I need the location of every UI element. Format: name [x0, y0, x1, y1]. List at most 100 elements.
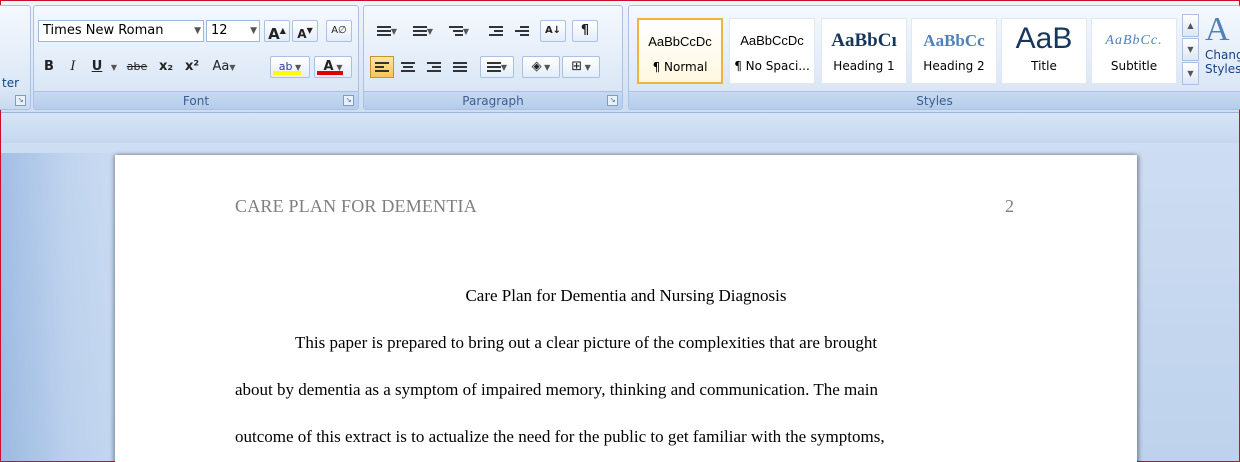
borders-icon: ⊞	[571, 59, 583, 74]
borders-button[interactable]: ⊞ ▼	[562, 56, 600, 78]
decrease-indent-button[interactable]	[484, 20, 508, 42]
numbering-button[interactable]: ▼	[406, 20, 440, 42]
document-page[interactable]: CARE PLAN FOR DEMENTIA 2 Care Plan for D…	[115, 155, 1137, 462]
grow-font-button[interactable]: A▲	[264, 20, 290, 43]
underline-dropdown[interactable]: ▼	[108, 56, 120, 78]
style-name: Heading 2	[923, 59, 985, 73]
italic-button[interactable]: I	[62, 56, 84, 78]
font-name-value: Times New Roman	[43, 23, 164, 38]
paint-bucket-icon: ◈	[531, 59, 542, 74]
paragraph-dialog-launcher-icon[interactable]: ↘	[607, 95, 618, 106]
align-left-button[interactable]	[370, 56, 394, 78]
change-styles-label-2: Styles	[1205, 62, 1240, 76]
body-line[interactable]: about by dementia as a symptom of impair…	[235, 380, 878, 400]
change-case-button[interactable]: Aa▼	[206, 56, 242, 78]
style-normal-tile[interactable]: AaBbCcDc ¶ Normal	[637, 18, 723, 84]
font-color-button[interactable]: A ▼	[314, 56, 352, 78]
style-heading-2-tile[interactable]: AaBbCc Heading 2	[911, 18, 997, 84]
increase-indent-icon	[515, 24, 529, 38]
style-name: ¶ No Spaci...	[734, 59, 810, 73]
font-group: Times New Roman ▼ 12 ▼ A▲ A▼ A∅ B I U ▼ …	[33, 5, 359, 110]
grow-font-icon: A	[268, 25, 280, 43]
gallery-more-icon[interactable]: ▼	[1182, 62, 1199, 85]
increase-indent-button[interactable]	[510, 20, 534, 42]
justify-icon	[453, 60, 467, 74]
style-sample: AaBbCcDc	[740, 33, 804, 48]
bold-button[interactable]: B	[38, 56, 60, 78]
shading-button[interactable]: ◈ ▼	[522, 56, 560, 78]
change-case-icon: Aa	[212, 59, 230, 74]
strikethrough-button[interactable]: abe	[122, 56, 152, 78]
bold-icon: B	[44, 59, 54, 74]
styles-group-label: Styles	[629, 91, 1240, 109]
paragraph-group-label: Paragraph	[364, 91, 622, 109]
body-line[interactable]: outcome of this extract is to actualize …	[235, 427, 885, 447]
strikethrough-icon: abe	[126, 60, 148, 73]
change-styles-label-1: Chang	[1205, 48, 1240, 62]
align-right-button[interactable]	[422, 56, 446, 78]
highlight-color-swatch	[273, 71, 301, 75]
document-area: CARE PLAN FOR DEMENTIA 2 Care Plan for D…	[1, 113, 1239, 462]
align-center-button[interactable]	[396, 56, 420, 78]
clipboard-dialog-launcher-icon[interactable]: ↘	[15, 95, 26, 106]
bullets-button[interactable]: ▼	[370, 20, 404, 42]
body-line[interactable]: This paper is prepared to bring out a cl…	[295, 333, 877, 353]
style-title-tile[interactable]: AaB Title	[1001, 18, 1087, 84]
chevron-down-icon: ▼	[110, 63, 118, 72]
style-subtitle-tile[interactable]: AaBbCc. Subtitle	[1091, 18, 1177, 84]
underline-button[interactable]: U	[86, 56, 108, 78]
change-styles-button[interactable]: A Chang Styles	[1201, 12, 1240, 77]
sort-button[interactable]: A↓	[540, 20, 566, 42]
format-painter-label[interactable]: ter	[2, 76, 19, 90]
numbering-icon	[412, 24, 427, 38]
ribbon: ter ↘ Times New Roman ▼ 12 ▼ A▲ A▼ A∅ B …	[0, 1, 1240, 113]
chevron-down-icon[interactable]: ▼	[250, 21, 257, 41]
chevron-down-icon[interactable]: ▼	[194, 21, 201, 41]
align-center-icon	[401, 60, 415, 74]
subscript-icon: x₂	[158, 59, 174, 74]
pilcrow-icon: ¶	[580, 23, 590, 38]
decrease-indent-icon	[489, 24, 503, 38]
styles-gallery-scroll: ▲ ▼ ▼	[1182, 14, 1199, 86]
show-formatting-button[interactable]: ¶	[572, 20, 598, 42]
shrink-font-icon: A	[297, 27, 307, 41]
bullets-icon	[376, 24, 391, 38]
font-size-combo[interactable]: 12 ▼	[206, 20, 260, 42]
page-number[interactable]: 2	[1005, 196, 1014, 217]
clear-formatting-button[interactable]: A∅	[326, 20, 352, 42]
italic-icon: I	[70, 59, 76, 74]
superscript-icon: x²	[184, 59, 200, 74]
font-group-label: Font	[34, 91, 358, 109]
underline-icon: U	[91, 59, 103, 74]
sort-icon: A↓	[544, 25, 562, 36]
shrink-font-button[interactable]: A▼	[292, 20, 318, 42]
font-dialog-launcher-icon[interactable]: ↘	[343, 95, 354, 106]
highlight-button[interactable]: ab ▼	[270, 56, 310, 78]
running-header[interactable]: CARE PLAN FOR DEMENTIA	[235, 196, 477, 217]
font-color-swatch	[317, 71, 343, 75]
paragraph-group: ▼ ▼ ▼ A↓ ¶ ▼ ◈ ▼ ⊞ ▼ Paragraph ↘	[363, 5, 623, 110]
workspace-background	[1, 153, 111, 461]
style-sample: AaBbCcDc	[648, 34, 712, 49]
style-heading-1-tile[interactable]: AaBbCı Heading 1	[821, 18, 907, 84]
style-name: ¶ Normal	[652, 60, 708, 74]
superscript-button[interactable]: x²	[180, 56, 204, 78]
style-name: Subtitle	[1110, 59, 1158, 73]
clipboard-group: ter ↘	[0, 5, 31, 110]
align-right-icon	[427, 60, 441, 74]
subscript-button[interactable]: x₂	[154, 56, 178, 78]
styles-group: AaBbCcDc ¶ Normal AaBbCcDc ¶ No Spaci... AaB…	[628, 5, 1240, 110]
document-title[interactable]: Care Plan for Dementia and Nursing Diagn…	[115, 286, 1137, 306]
multilevel-list-button[interactable]: ▼	[442, 20, 476, 42]
style-no-spacing-tile[interactable]: AaBbCcDc ¶ No Spaci...	[729, 18, 815, 84]
justify-button[interactable]	[448, 56, 472, 78]
eraser-icon: A∅	[331, 25, 347, 36]
line-spacing-button[interactable]: ▼	[480, 56, 514, 78]
font-name-combo[interactable]: Times New Roman ▼	[38, 20, 204, 42]
style-sample: AaBbCı	[831, 30, 897, 51]
style-sample: AaBbCc.	[1105, 33, 1163, 48]
style-sample: AaBbCc	[923, 31, 985, 50]
gallery-up-icon[interactable]: ▲	[1182, 14, 1199, 37]
style-name: Heading 1	[833, 59, 895, 73]
gallery-down-icon[interactable]: ▼	[1182, 38, 1199, 61]
